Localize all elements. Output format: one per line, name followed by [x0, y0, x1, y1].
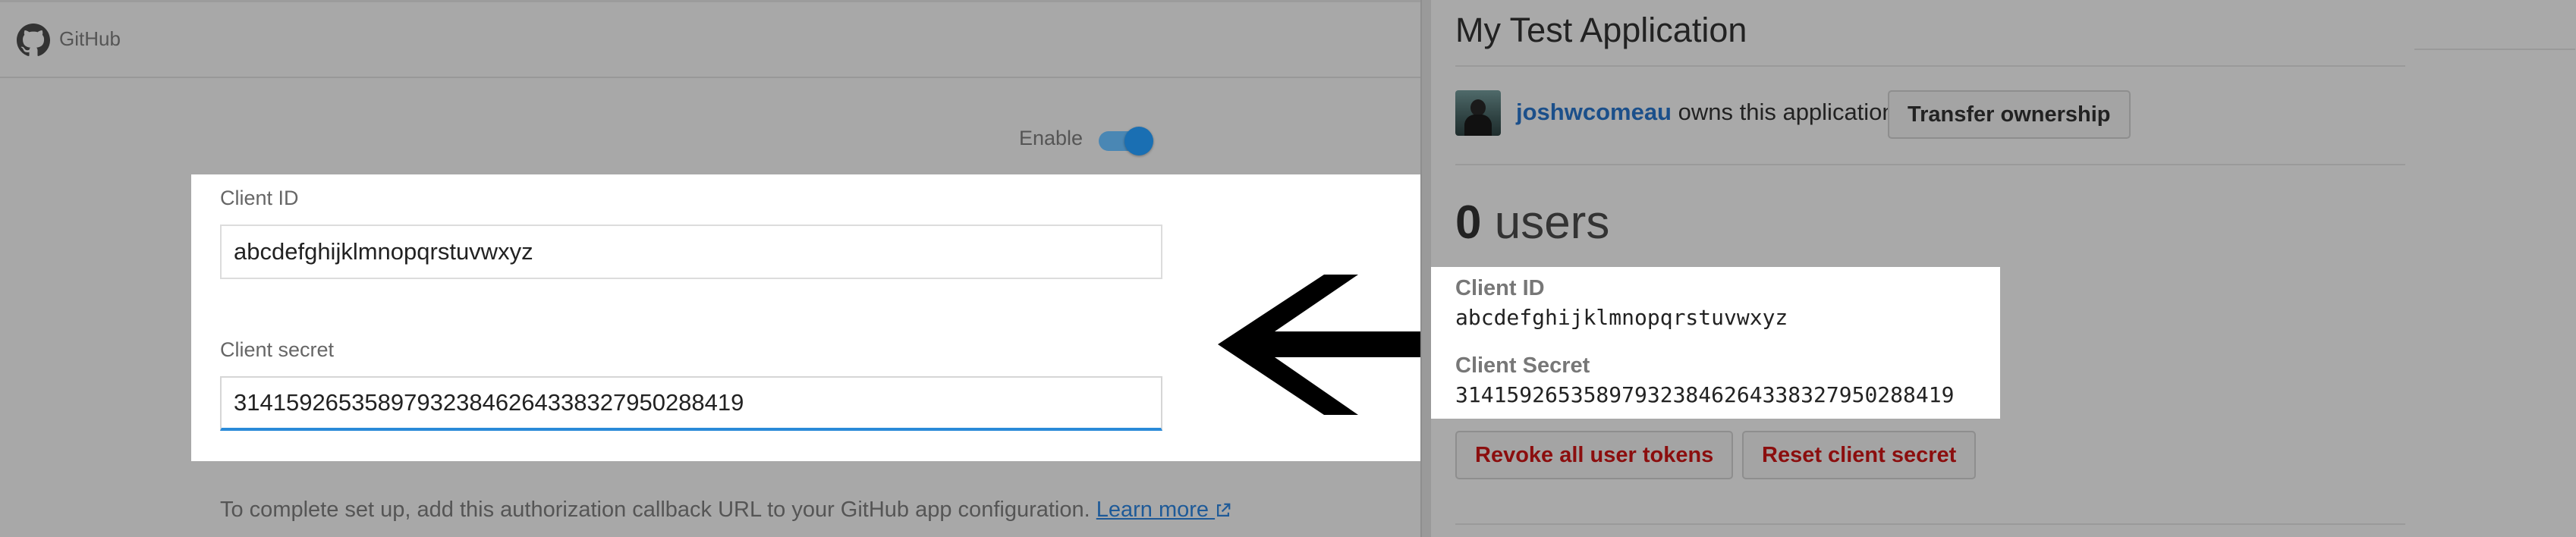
brand-label: GitHub: [59, 27, 121, 50]
client-secret-label: Client secret: [220, 338, 335, 361]
top-right-divider: [2414, 49, 2575, 50]
callback-instructions: To complete set up, add this authorizati…: [220, 490, 1282, 529]
github-octocat-icon: [17, 24, 50, 56]
title-divider: [1455, 65, 2405, 67]
app-title: My Test Application: [1455, 11, 1747, 49]
reset-secret-button[interactable]: Reset client secret: [1742, 431, 1977, 479]
bottom-divider: [1455, 523, 2405, 525]
users-count: 0 users: [1455, 196, 1609, 250]
callback-text: To complete set up, add this authorizati…: [220, 498, 1090, 522]
left-arrow-icon: [1218, 275, 1445, 415]
owner-avatar[interactable]: [1455, 90, 1501, 136]
toggle-knob: [1124, 127, 1153, 155]
learn-more-label: Learn more: [1096, 498, 1209, 522]
external-link-icon: [1217, 503, 1231, 517]
revoke-tokens-button[interactable]: Revoke all user tokens: [1455, 431, 1734, 479]
avatar-body: [1464, 115, 1492, 136]
client-secret-value: 314159265358979323846264338327950288419: [1455, 382, 1955, 407]
left-topbar: GitHub: [0, 0, 1420, 78]
transfer-ownership-button[interactable]: Transfer ownership: [1888, 90, 2131, 139]
left-panel: GitHub Enable Client ID abcdefghijklmnop…: [0, 0, 1423, 537]
avatar-head: [1470, 99, 1486, 116]
enable-label: Enable: [1019, 127, 1084, 149]
owner-link[interactable]: joshwcomeau: [1516, 99, 1672, 125]
owner-suffix: owns this application.: [1672, 99, 1902, 125]
client-secret-label: Client Secret: [1455, 353, 1590, 378]
panel-divider: [1420, 0, 1431, 537]
credentials-card: Client ID abcdefghijklmnopqrstuvwxyz Cli…: [1431, 267, 2000, 419]
owner-divider: [1455, 164, 2405, 165]
client-id-value: abcdefghijklmnopqrstuvwxyz: [1455, 305, 1788, 330]
right-panel: My Test Application joshwcomeau owns thi…: [1431, 0, 2576, 537]
client-id-value: abcdefghijklmnopqrstuvwxyz: [234, 238, 533, 265]
client-secret-value: 31415926535897932384626433832795028841­9: [234, 389, 744, 416]
enable-toggle[interactable]: [1099, 126, 1153, 155]
users-count-unit: users: [1481, 196, 1610, 249]
client-id-input[interactable]: abcdefghijklmnopqrstuvwxyz: [220, 225, 1162, 279]
owner-line: joshwcomeau owns this application.: [1516, 99, 1901, 126]
learn-more-link[interactable]: Learn more: [1096, 498, 1231, 522]
client-secret-input[interactable]: 31415926535897932384626433832795028841­9: [220, 376, 1162, 431]
users-count-number: 0: [1455, 196, 1482, 249]
client-id-label: Client ID: [220, 187, 299, 209]
client-id-label: Client ID: [1455, 276, 1545, 300]
